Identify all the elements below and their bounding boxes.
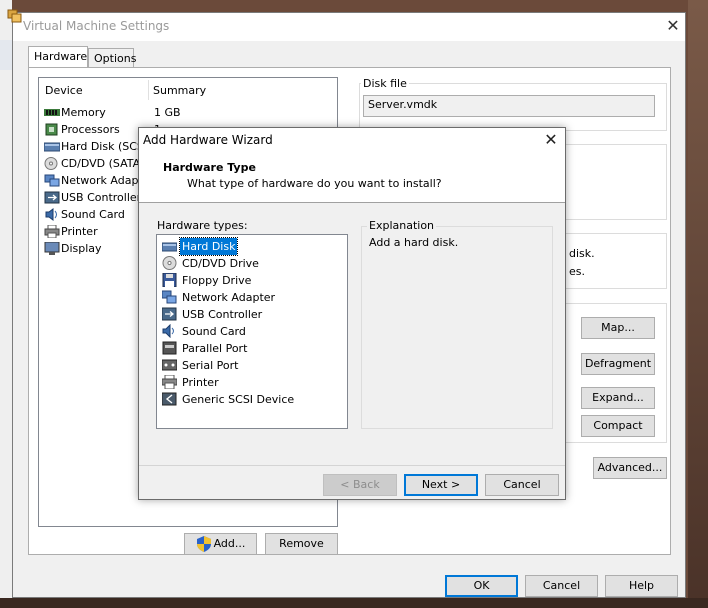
explanation-label: Explanation xyxy=(367,219,437,232)
wizard-divider xyxy=(139,465,565,466)
hardware-type-label: Generic SCSI Device xyxy=(182,393,295,406)
compact-button[interactable]: Compact xyxy=(581,415,655,437)
device-summary: 1 GB xyxy=(154,106,181,119)
hardware-types-label: Hardware types: xyxy=(157,219,248,232)
close-icon[interactable]: ✕ xyxy=(541,130,561,150)
printer-icon xyxy=(162,375,177,389)
vmware-app-icon xyxy=(7,9,22,23)
wizard-title: Add Hardware Wizard xyxy=(143,133,273,147)
network-adapter-icon xyxy=(44,174,60,187)
hardware-type-serial-port[interactable]: Serial Port xyxy=(162,357,342,374)
defragment-button[interactable]: Defragment xyxy=(581,353,655,375)
hardware-types-list[interactable]: Hard Disk CD/DVD Drive Floppy Drive Netw… xyxy=(156,234,348,429)
wizard-header: Hardware Type What type of hardware do y… xyxy=(139,154,565,203)
serial-port-icon xyxy=(162,359,177,371)
hardware-type-printer[interactable]: Printer xyxy=(162,374,342,391)
hardware-type-label: USB Controller xyxy=(182,308,263,321)
hardware-type-generic-scsi[interactable]: Generic SCSI Device xyxy=(162,391,342,408)
add-button[interactable]: Add... xyxy=(184,533,257,555)
help-button[interactable]: Help xyxy=(605,575,678,597)
memory-icon xyxy=(44,109,60,116)
wizard-cancel-button[interactable]: Cancel xyxy=(485,474,559,496)
wizard-question: What type of hardware do you want to ins… xyxy=(187,177,442,190)
device-label: Sound Card xyxy=(61,208,125,221)
hardware-type-label: Printer xyxy=(182,376,219,389)
printer-icon xyxy=(44,225,60,238)
wizard-heading: Hardware Type xyxy=(163,161,256,174)
remove-button[interactable]: Remove xyxy=(265,533,338,555)
usb-controller-icon xyxy=(44,191,60,204)
display-icon xyxy=(44,242,60,255)
hardware-type-parallel-port[interactable]: Parallel Port xyxy=(162,340,342,357)
hardware-type-network-adapter[interactable]: Network Adapter xyxy=(162,289,342,306)
shield-icon xyxy=(197,536,211,552)
generic-scsi-icon xyxy=(162,392,177,406)
expand-button[interactable]: Expand... xyxy=(581,387,655,409)
disk-file-label: Disk file xyxy=(361,77,409,90)
cd-dvd-icon xyxy=(162,256,177,270)
hardware-type-label: Serial Port xyxy=(182,359,239,372)
hard-disk-icon xyxy=(44,142,60,152)
hardware-type-label: Network Adapter xyxy=(182,291,276,304)
processor-icon xyxy=(45,123,58,136)
disk-info-text: es. xyxy=(569,265,585,278)
device-label: Printer xyxy=(61,225,98,238)
close-icon[interactable]: ✕ xyxy=(663,16,683,36)
column-separator xyxy=(148,80,149,100)
background-window-left xyxy=(0,0,12,608)
hardware-type-usb-controller[interactable]: USB Controller xyxy=(162,306,342,323)
device-label: Memory xyxy=(61,106,106,119)
desktop-background-bottom xyxy=(0,598,708,608)
explanation-text: Add a hard disk. xyxy=(369,236,459,249)
column-header-device[interactable]: Device xyxy=(45,84,83,97)
hardware-type-sound-card[interactable]: Sound Card xyxy=(162,323,342,340)
disk-info-text: disk. xyxy=(569,247,595,260)
device-label: Processors xyxy=(61,123,120,136)
floppy-drive-icon xyxy=(162,273,177,287)
hardware-type-floppy[interactable]: Floppy Drive xyxy=(162,272,342,289)
network-adapter-icon xyxy=(162,290,177,304)
add-hardware-wizard: Add Hardware Wizard ✕ Hardware Type What… xyxy=(138,127,566,500)
hardware-type-label: Parallel Port xyxy=(182,342,248,355)
map-button[interactable]: Map... xyxy=(581,317,655,339)
hardware-type-label: Floppy Drive xyxy=(182,274,252,287)
tab-options[interactable]: Options xyxy=(88,48,136,68)
title-bar: Virtual Machine Settings ✕ xyxy=(7,9,685,41)
desktop-background xyxy=(688,0,708,608)
explanation-group xyxy=(361,226,553,429)
column-header-summary[interactable]: Summary xyxy=(153,84,206,97)
hard-disk-icon xyxy=(162,242,177,252)
cd-dvd-icon xyxy=(44,157,58,170)
device-label: Display xyxy=(61,242,102,255)
sound-card-icon xyxy=(45,208,57,221)
parallel-port-icon xyxy=(162,341,177,355)
disk-file-field[interactable]: Server.vmdk xyxy=(363,95,655,117)
hardware-type-label: Sound Card xyxy=(182,325,246,338)
window-title: Virtual Machine Settings xyxy=(23,19,170,33)
device-label: CD/DVD (SATA) xyxy=(61,157,145,170)
advanced-button[interactable]: Advanced... xyxy=(593,457,667,479)
background-window-strip xyxy=(0,40,12,70)
back-button[interactable]: < Back xyxy=(323,474,397,496)
ok-button[interactable]: OK xyxy=(445,575,518,597)
device-label: USB Controller xyxy=(61,191,142,204)
usb-controller-icon xyxy=(162,307,177,321)
hardware-type-label: CD/DVD Drive xyxy=(182,257,259,270)
hardware-type-label: Hard Disk xyxy=(178,237,239,256)
tab-hardware[interactable]: Hardware xyxy=(28,46,88,68)
sound-card-icon xyxy=(162,324,174,338)
hardware-type-cd-dvd[interactable]: CD/DVD Drive xyxy=(162,255,342,272)
hardware-type-hard-disk[interactable]: Hard Disk xyxy=(162,237,342,256)
wizard-title-bar: Add Hardware Wizard ✕ xyxy=(139,128,565,154)
cancel-button[interactable]: Cancel xyxy=(525,575,598,597)
device-row-memory[interactable]: Memory 1 GB xyxy=(44,104,334,121)
next-button[interactable]: Next > xyxy=(404,474,478,496)
